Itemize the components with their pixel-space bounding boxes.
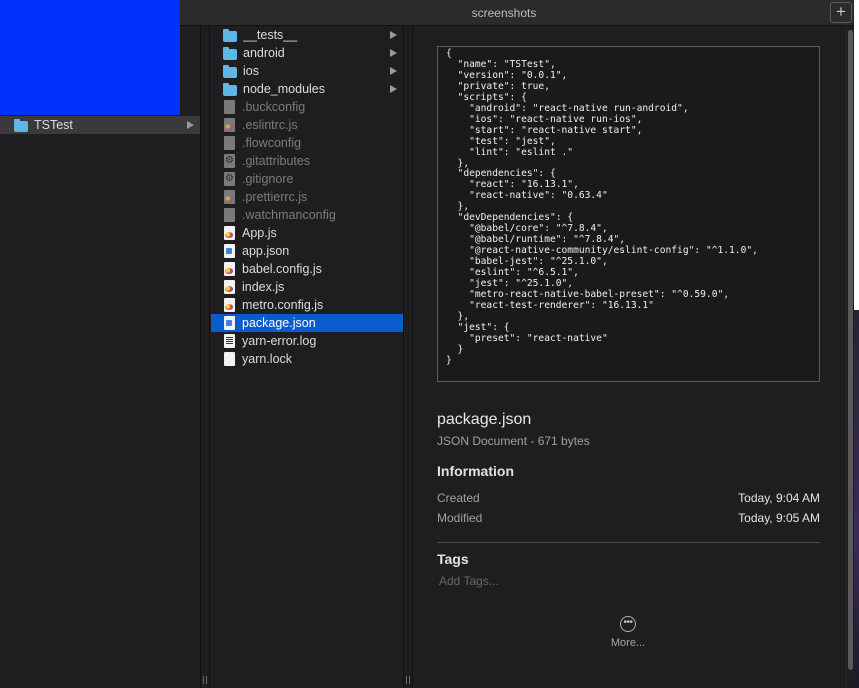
json-file-icon (224, 316, 235, 330)
folder-icon (14, 118, 28, 132)
column-resize-handle[interactable] (200, 26, 210, 688)
js-file-icon (224, 262, 235, 276)
disclosure-arrow-icon (390, 67, 397, 75)
column2-item-label: .watchmanconfig (242, 208, 336, 222)
modified-value: Today, 9:05 AM (738, 511, 820, 525)
column2-item[interactable]: node_modules (211, 80, 403, 98)
log-file-icon (224, 334, 235, 348)
document-icon (224, 208, 235, 222)
document-icon (224, 100, 235, 114)
column2-item[interactable]: ios (211, 62, 403, 80)
column2-item-label: yarn.lock (242, 352, 293, 366)
column2-item-label: .prettierrc.js (242, 190, 308, 204)
desktop-background (0, 0, 180, 115)
file-preview-code: { "name": "TSTest", "version": "0.0.1", … (437, 46, 820, 382)
column2-item-label: node_modules (243, 82, 326, 96)
column-project: __tests__android ios node_modules .buckconf… (211, 26, 403, 688)
column2-item-label: .flowconfig (242, 136, 302, 150)
column2-item[interactable]: __tests__ (211, 26, 403, 44)
disclosure-arrow-icon (390, 49, 397, 57)
document-icon (224, 352, 235, 366)
more-button[interactable]: ••• More... (602, 616, 654, 649)
column2-item[interactable]: App.js (211, 224, 403, 242)
column2-item[interactable]: app.json (211, 242, 403, 260)
gear-file-icon (224, 154, 235, 168)
preview-pane: { "name": "TSTest", "version": "0.0.1", … (414, 26, 844, 688)
js-file-icon (224, 298, 235, 312)
js-file-icon (224, 118, 235, 132)
column2-item-label: android (243, 46, 285, 60)
column2-item-label: package.json (242, 316, 316, 330)
column2-item-label: __tests__ (243, 28, 298, 42)
column2-item-label: app.json (242, 244, 290, 258)
preview-scrollbar[interactable] (846, 26, 854, 688)
information-heading: Information (437, 463, 514, 479)
column2-item[interactable]: .eslintrc.js (211, 116, 403, 134)
column-arrows-area (180, 26, 200, 115)
js-file-icon (224, 280, 235, 294)
folder-icon (223, 82, 237, 96)
column2-item[interactable]: yarn-error.log (211, 332, 403, 350)
modified-row: Modified Today, 9:05 AM (437, 511, 820, 525)
column2-item-label: .gitignore (242, 172, 294, 186)
column1-item[interactable]: TSTest (0, 116, 200, 134)
column-resize-handle[interactable] (403, 26, 413, 688)
add-tags-field[interactable]: Add Tags... (439, 574, 499, 588)
created-value: Today, 9:04 AM (738, 491, 820, 505)
column1-item-label: TSTest (34, 118, 73, 132)
document-icon (224, 136, 235, 150)
json-file-icon (224, 244, 235, 258)
column2-item[interactable]: babel.config.js (211, 260, 403, 278)
preview-file-name: package.json (437, 411, 532, 428)
divider (437, 542, 820, 543)
column2-item[interactable]: index.js (211, 278, 403, 296)
desktop-wallpaper-edge (854, 310, 859, 688)
column2-item-label: metro.config.js (242, 298, 324, 312)
gear-file-icon (224, 172, 235, 186)
column2-item-label: .gitattributes (242, 154, 311, 168)
column2-item-label: index.js (242, 280, 285, 294)
column2-item-label: App.js (242, 226, 277, 240)
column2-item[interactable]: yarn.lock (211, 350, 403, 368)
column2-item[interactable]: .prettierrc.js (211, 188, 403, 206)
column2-item-label: yarn-error.log (242, 334, 317, 348)
disclosure-arrow-icon (187, 121, 194, 129)
column2-item[interactable]: .watchmanconfig (211, 206, 403, 224)
column2-item[interactable]: .buckconfig (211, 98, 403, 116)
window-title: screenshots (471, 6, 537, 20)
column2-item[interactable]: package.json (211, 314, 403, 332)
column2-item-label: babel.config.js (242, 262, 322, 276)
preview-file-kind: JSON Document - 671 bytes (437, 434, 590, 448)
desktop-edge (854, 0, 859, 310)
created-label: Created (437, 491, 480, 505)
column2-item[interactable]: .gitattributes (211, 152, 403, 170)
modified-label: Modified (437, 511, 483, 525)
finder-titlebar: screenshots + (180, 0, 854, 26)
tags-heading: Tags (437, 551, 469, 567)
js-file-icon (224, 190, 235, 204)
new-tab-button[interactable]: + (830, 2, 852, 23)
column2-item[interactable]: .gitignore (211, 170, 403, 188)
created-row: Created Today, 9:04 AM (437, 491, 820, 505)
column-root: TSTest (0, 115, 200, 688)
more-label: More... (610, 637, 646, 649)
column2-item-label: .buckconfig (242, 100, 306, 114)
column2-item-label: .eslintrc.js (242, 118, 298, 132)
column2-item[interactable]: .flowconfig (211, 134, 403, 152)
folder-icon (223, 28, 237, 42)
folder-icon (223, 46, 237, 60)
more-ellipsis-icon: ••• (620, 616, 636, 632)
js-file-icon (224, 226, 235, 240)
folder-icon (223, 64, 237, 78)
column2-item-label: ios (243, 64, 259, 78)
disclosure-arrow-icon (390, 85, 397, 93)
disclosure-arrow-icon (390, 31, 397, 39)
column2-item[interactable]: android (211, 44, 403, 62)
column2-item[interactable]: metro.config.js (211, 296, 403, 314)
